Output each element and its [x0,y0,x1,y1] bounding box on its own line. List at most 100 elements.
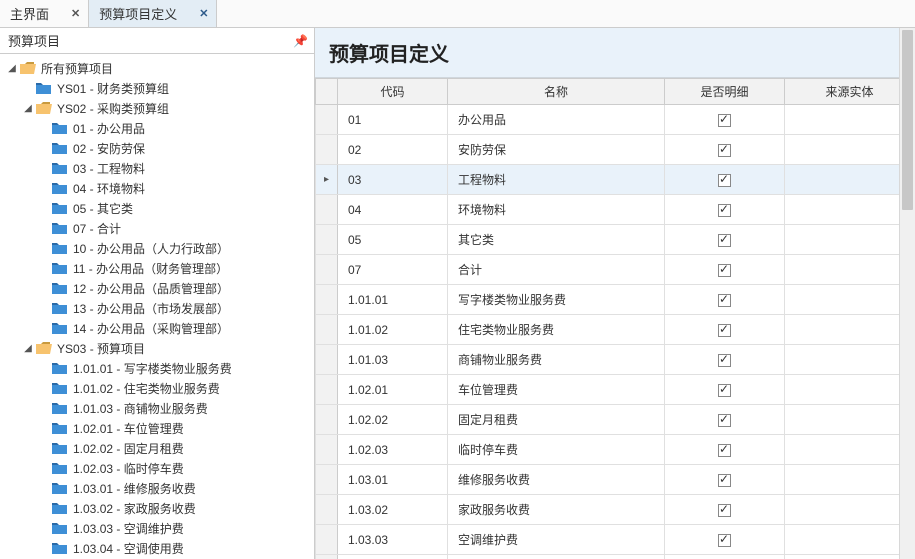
tree-leaf[interactable]: 13 - 办公用品（市场发展部） [6,298,314,318]
tree[interactable]: ◢所有预算项目YS01 - 财务类预算组◢YS02 - 采购类预算组01 - 办… [0,54,314,559]
tree-leaf[interactable]: 1.01.03 - 商铺物业服务费 [6,398,314,418]
tree-leaf[interactable]: YS01 - 财务类预算组 [6,78,314,98]
checkbox[interactable] [718,264,731,277]
cell-name[interactable]: 家政服务收费 [448,495,665,525]
checkbox[interactable] [718,504,731,517]
checkbox[interactable] [718,174,731,187]
checkbox[interactable] [718,354,731,367]
cell-name[interactable]: 安防劳保 [448,135,665,165]
cell-detail[interactable] [665,105,785,135]
cell-code[interactable]: 01 [338,105,448,135]
tree-branch[interactable]: ◢所有预算项目 [6,58,314,78]
table-row[interactable]: 1.01.01写字楼类物业服务费 [316,285,915,315]
cell-name[interactable]: 其它类 [448,225,665,255]
cell-name[interactable]: 固定月租费 [448,405,665,435]
cell-code[interactable]: 1.03.01 [338,465,448,495]
cell-detail[interactable] [665,345,785,375]
checkbox[interactable] [718,534,731,547]
grid-header-code[interactable]: 代码 [338,79,448,105]
table-row[interactable]: ▸03工程物料 [316,165,915,195]
cell-detail[interactable] [665,135,785,165]
table-row[interactable]: 1.03.02家政服务收费 [316,495,915,525]
checkbox[interactable] [718,324,731,337]
checkbox[interactable] [718,234,731,247]
cell-detail[interactable] [665,435,785,465]
tree-branch[interactable]: ◢YS03 - 预算项目 [6,338,314,358]
cell-name[interactable]: 空调使用费 [448,555,665,559]
cell-code[interactable]: 1.01.02 [338,315,448,345]
cell-detail[interactable] [665,495,785,525]
grid-header-name[interactable]: 名称 [448,79,665,105]
checkbox[interactable] [718,204,731,217]
cell-name[interactable]: 维修服务收费 [448,465,665,495]
checkbox[interactable] [718,294,731,307]
table-row[interactable]: 1.01.02住宅类物业服务费 [316,315,915,345]
cell-detail[interactable] [665,315,785,345]
cell-detail[interactable] [665,405,785,435]
cell-detail[interactable] [665,225,785,255]
cell-code[interactable]: 02 [338,135,448,165]
cell-source[interactable] [785,315,915,345]
cell-detail[interactable] [665,285,785,315]
table-row[interactable]: 1.02.01车位管理费 [316,375,915,405]
vertical-scrollbar[interactable] [899,28,915,559]
grid-header-source[interactable]: 来源实体 [785,79,915,105]
tree-leaf[interactable]: 1.03.02 - 家政服务收费 [6,498,314,518]
tree-branch[interactable]: ◢YS02 - 采购类预算组 [6,98,314,118]
cell-code[interactable]: 1.03.02 [338,495,448,525]
cell-code[interactable]: 03 [338,165,448,195]
table-row[interactable]: 1.02.03临时停车费 [316,435,915,465]
data-grid[interactable]: 代码 名称 是否明细 来源实体 01办公用品02安防劳保▸03工程物料04环境物… [315,78,915,559]
cell-source[interactable] [785,435,915,465]
grid-header-detail[interactable]: 是否明细 [665,79,785,105]
cell-name[interactable]: 商铺物业服务费 [448,345,665,375]
cell-source[interactable] [785,225,915,255]
table-row[interactable]: 01办公用品 [316,105,915,135]
tree-leaf[interactable]: 03 - 工程物料 [6,158,314,178]
cell-name[interactable]: 办公用品 [448,105,665,135]
cell-code[interactable]: 1.01.01 [338,285,448,315]
cell-code[interactable]: 04 [338,195,448,225]
cell-name[interactable]: 环境物料 [448,195,665,225]
tree-leaf[interactable]: 1.01.01 - 写字楼类物业服务费 [6,358,314,378]
cell-source[interactable] [785,165,915,195]
table-row[interactable]: 1.02.02固定月租费 [316,405,915,435]
tree-leaf[interactable]: 1.03.03 - 空调维护费 [6,518,314,538]
table-row[interactable]: 1.01.03商铺物业服务费 [316,345,915,375]
checkbox[interactable] [718,114,731,127]
table-row[interactable]: 1.03.03空调维护费 [316,525,915,555]
cell-source[interactable] [785,375,915,405]
cell-name[interactable]: 临时停车费 [448,435,665,465]
cell-name[interactable]: 空调维护费 [448,525,665,555]
tree-leaf[interactable]: 1.01.02 - 住宅类物业服务费 [6,378,314,398]
table-row[interactable]: 04环境物料 [316,195,915,225]
chevron-down-icon[interactable]: ◢ [6,63,18,74]
scroll-thumb[interactable] [902,30,913,210]
chevron-down-icon[interactable]: ◢ [22,103,34,114]
tree-leaf[interactable]: 12 - 办公用品（品质管理部） [6,278,314,298]
tree-leaf[interactable]: 1.03.01 - 维修服务收费 [6,478,314,498]
checkbox[interactable] [718,414,731,427]
cell-code[interactable]: 1.02.03 [338,435,448,465]
table-row[interactable]: 1.03.01维修服务收费 [316,465,915,495]
cell-source[interactable] [785,555,915,559]
cell-source[interactable] [785,465,915,495]
cell-detail[interactable] [665,165,785,195]
tree-leaf[interactable]: 14 - 办公用品（采购管理部） [6,318,314,338]
cell-detail[interactable] [665,525,785,555]
cell-source[interactable] [785,105,915,135]
cell-name[interactable]: 车位管理费 [448,375,665,405]
cell-name[interactable]: 住宅类物业服务费 [448,315,665,345]
chevron-down-icon[interactable]: ◢ [22,343,34,354]
checkbox[interactable] [718,444,731,457]
cell-source[interactable] [785,195,915,225]
tree-leaf[interactable]: 1.02.01 - 车位管理费 [6,418,314,438]
cell-source[interactable] [785,285,915,315]
tree-leaf[interactable]: 10 - 办公用品（人力行政部） [6,238,314,258]
tab-0[interactable]: 主界面✕ [0,0,89,27]
cell-source[interactable] [785,495,915,525]
tree-leaf[interactable]: 02 - 安防劳保 [6,138,314,158]
tree-leaf[interactable]: 04 - 环境物料 [6,178,314,198]
table-row[interactable]: 07合计 [316,255,915,285]
checkbox[interactable] [718,384,731,397]
